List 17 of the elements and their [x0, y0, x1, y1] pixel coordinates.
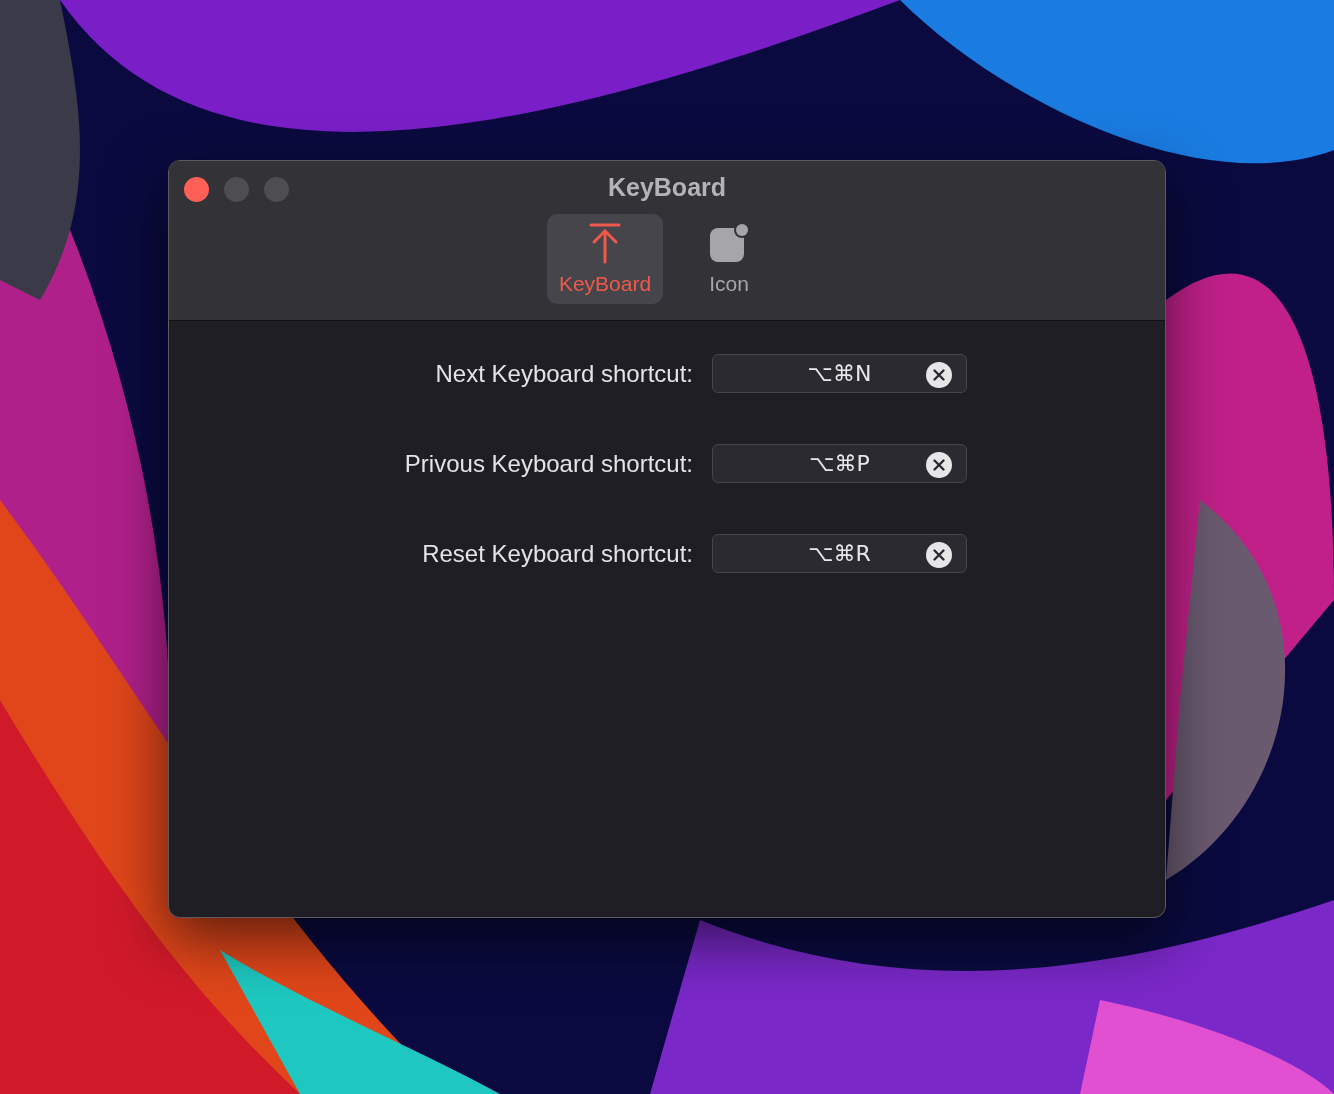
app-badge-icon	[708, 222, 750, 264]
shortcut-field[interactable]: ⌥⌘N	[712, 354, 967, 393]
shortcut-value: ⌥⌘R	[808, 541, 871, 566]
shortcut-field[interactable]: ⌥⌘R	[712, 534, 967, 573]
arrow-up-to-bar-icon	[589, 222, 621, 264]
shortcut-field[interactable]: ⌥⌘P	[712, 444, 967, 483]
shortcut-value: ⌥⌘N	[807, 361, 872, 386]
shortcut-label: Reset Keyboard shortcut:	[421, 539, 693, 568]
clear-icon[interactable]	[926, 542, 952, 568]
shortcut-value: ⌥⌘P	[809, 451, 870, 476]
clear-icon[interactable]	[926, 452, 952, 478]
shortcut-label: Privous Keyboard shortcut:	[403, 449, 693, 478]
clear-icon[interactable]	[926, 362, 952, 388]
window-title: KeyBoard	[607, 172, 727, 202]
shortcut-label: Next Keyboard shortcut:	[434, 359, 693, 388]
toolbar-tab[interactable]: Icon	[671, 214, 787, 304]
close-button[interactable]	[184, 177, 209, 202]
